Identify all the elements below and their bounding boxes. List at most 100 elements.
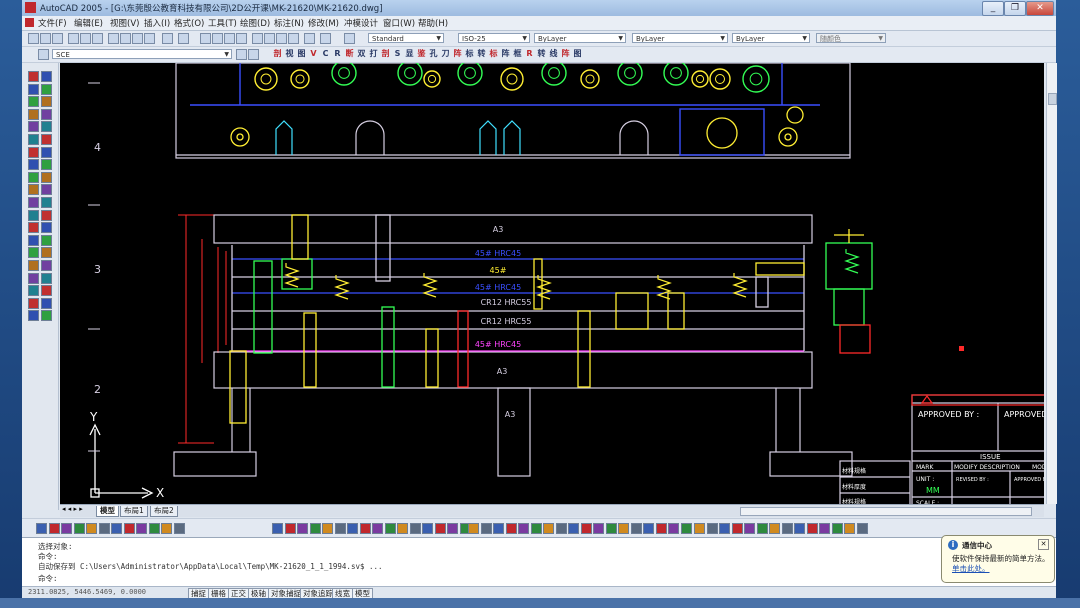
tool-icon[interactable]: [41, 247, 52, 259]
tool-icon[interactable]: [41, 146, 52, 158]
toolbar-icon[interactable]: [630, 523, 642, 534]
toolbar-icon[interactable]: [48, 523, 60, 534]
undo-icon[interactable]: [162, 33, 173, 44]
tool-icon[interactable]: [28, 83, 39, 95]
menu-tools[interactable]: 工具(T): [208, 17, 237, 29]
tool-icon[interactable]: [28, 247, 39, 259]
tool-icon[interactable]: [41, 209, 52, 221]
toolbar-icon[interactable]: [680, 523, 692, 534]
tool-icon[interactable]: [41, 260, 52, 271]
tool-icon[interactable]: [28, 285, 39, 297]
command-window[interactable]: 选择对象: 命令: 自动保存到 C:\Users\Administrator\A…: [22, 537, 1056, 586]
tool-icon[interactable]: [41, 272, 52, 284]
balloon-close-button[interactable]: ✕: [1038, 539, 1049, 550]
tool-icon[interactable]: [28, 146, 39, 158]
tool-icon[interactable]: [41, 171, 52, 183]
toolbar-icon[interactable]: [706, 523, 718, 534]
tool-icon[interactable]: [41, 184, 52, 196]
layer-select[interactable]: SCE ▼: [52, 49, 232, 59]
die-tool-button[interactable]: 视: [284, 48, 295, 60]
cut-icon[interactable]: [108, 33, 119, 44]
toolbar-icon[interactable]: [781, 523, 793, 534]
markup-icon[interactable]: [304, 33, 315, 44]
toolbar-icon[interactable]: [769, 523, 780, 534]
paste-icon[interactable]: [132, 33, 143, 44]
die-tool-button[interactable]: 图: [296, 48, 307, 60]
toolbar-icon[interactable]: [334, 523, 346, 534]
plotstyle-select[interactable]: 随颜色 ▼: [816, 33, 886, 43]
die-tool-button[interactable]: 孔: [428, 48, 439, 60]
tool-icon[interactable]: [41, 134, 52, 145]
tool-icon[interactable]: [28, 96, 39, 108]
toolbar-icon[interactable]: [397, 523, 408, 534]
toolbar-icon[interactable]: [86, 523, 97, 534]
tool-icon[interactable]: [41, 285, 52, 297]
minimize-button[interactable]: _: [982, 1, 1004, 16]
toolbar-icon[interactable]: [359, 523, 371, 534]
toolbar-icon[interactable]: [806, 523, 818, 534]
die-tool-button[interactable]: 阵: [500, 48, 511, 60]
tool-icon[interactable]: [41, 234, 52, 246]
zoom-realtime-icon[interactable]: [212, 33, 223, 44]
die-tool-button[interactable]: 剖: [272, 48, 283, 60]
toolbar-icon[interactable]: [173, 523, 185, 534]
menu-help[interactable]: 帮助(H): [418, 17, 448, 29]
tool-icon[interactable]: [28, 171, 39, 183]
tab-model[interactable]: 模型: [96, 506, 119, 517]
toolbar-icon[interactable]: [73, 523, 85, 534]
text-style-select[interactable]: Standard ▼: [368, 33, 444, 43]
toolbar-icon[interactable]: [309, 523, 321, 534]
pan-icon[interactable]: [200, 33, 211, 44]
toolbar-icon[interactable]: [719, 523, 730, 534]
copy-icon[interactable]: [120, 33, 131, 44]
tool-icon[interactable]: [28, 234, 39, 246]
toolbar-icon[interactable]: [518, 523, 529, 534]
menu-window[interactable]: 窗口(W): [383, 17, 415, 29]
tool-icon[interactable]: [41, 222, 52, 234]
help-icon[interactable]: [344, 33, 355, 44]
die-tool-button[interactable]: 显: [404, 48, 415, 60]
toolbar-icon[interactable]: [744, 523, 755, 534]
toolbar-icon[interactable]: [505, 523, 517, 534]
zoom-window-icon[interactable]: [224, 33, 235, 44]
autocad-app-icon[interactable]: [25, 2, 36, 13]
menu-file[interactable]: 文件(F): [38, 17, 67, 29]
die-tool-button[interactable]: 框: [512, 48, 523, 60]
toolbar-icon[interactable]: [819, 523, 830, 534]
tool-icon[interactable]: [28, 134, 39, 145]
toolbar-icon[interactable]: [668, 523, 679, 534]
toolbar-icon[interactable]: [434, 523, 446, 534]
save-icon[interactable]: [52, 33, 63, 44]
toolbar-icon[interactable]: [148, 523, 160, 534]
menu-draw[interactable]: 绘图(D): [240, 17, 270, 29]
match-prop-icon[interactable]: [144, 33, 155, 44]
tool-icon[interactable]: [41, 310, 52, 322]
vertical-scrollbar[interactable]: [1046, 63, 1057, 504]
design-center-icon[interactable]: [264, 33, 275, 44]
toolbar-icon[interactable]: [98, 523, 110, 534]
command-prompt[interactable]: 命令:: [38, 573, 58, 584]
make-current-icon[interactable]: [236, 49, 247, 60]
zoom-previous-icon[interactable]: [236, 33, 247, 44]
die-tool-button[interactable]: 阵: [560, 48, 571, 60]
toolbar-icon[interactable]: [409, 523, 421, 534]
tool-icon[interactable]: [41, 197, 52, 208]
die-tool-button[interactable]: 断: [344, 48, 355, 60]
calc-icon[interactable]: [320, 33, 331, 44]
toolbar-icon[interactable]: [36, 523, 47, 534]
die-tool-button[interactable]: 阵: [452, 48, 463, 60]
toolbar-icon[interactable]: [493, 523, 504, 534]
close-button[interactable]: ✕: [1026, 1, 1054, 16]
toolbar-icon[interactable]: [372, 523, 383, 534]
document-icon[interactable]: [25, 18, 34, 27]
die-tool-button[interactable]: 标: [488, 48, 499, 60]
toolbar-icon[interactable]: [111, 523, 122, 534]
tool-icon[interactable]: [41, 297, 52, 309]
toolbar-icon[interactable]: [384, 523, 396, 534]
restore-button[interactable]: ❐: [1004, 1, 1026, 16]
toolbar-icon[interactable]: [580, 523, 592, 534]
toolbar-icon[interactable]: [731, 523, 743, 534]
menu-modify[interactable]: 修改(M): [308, 17, 339, 29]
balloon-link[interactable]: 单击此处。: [952, 564, 990, 573]
menu-view[interactable]: 视图(V): [110, 17, 139, 29]
